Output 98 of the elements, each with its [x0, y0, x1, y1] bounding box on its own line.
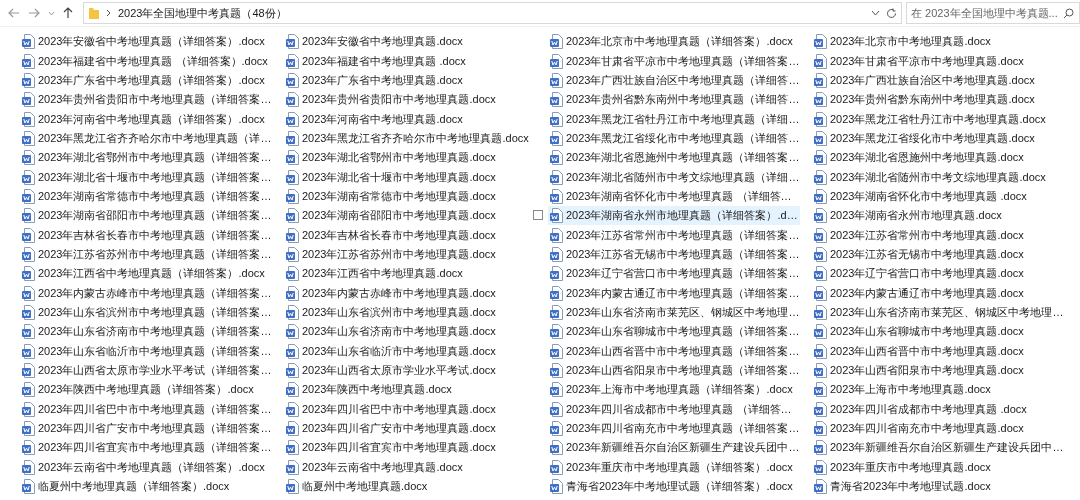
- file-item[interactable]: 2023年江苏省苏州市中考地理真题.docx: [284, 244, 530, 265]
- file-item[interactable]: 2023年湖北省随州市中考文综地理真题（详细…: [548, 167, 802, 187]
- file-item[interactable]: 2023年贵州省黔东南州中考地理真题（详细答…: [548, 90, 802, 110]
- file-item[interactable]: 2023年内蒙古赤峰市中考地理真题.docx: [284, 283, 530, 303]
- file-item[interactable]: 2023年黑龙江省齐齐哈尔市中考地理真题.docx: [284, 128, 531, 149]
- file-item[interactable]: 2023年四川省宜宾市中考地理真题（详细答案…: [20, 438, 274, 458]
- file-item[interactable]: 2023年吉林省长春市中考地理真题（详细答案…: [20, 225, 274, 245]
- file-item[interactable]: 2023年湖南省常德市中考地理真题.docx: [284, 186, 530, 207]
- folder-path: 2023年全国地理中考真题（48份）: [118, 5, 288, 21]
- file-item[interactable]: 2023年云南省中考地理真题.docx: [284, 457, 530, 477]
- file-item[interactable]: 2023年北京市中考地理真题（详细答案）.docx: [548, 32, 795, 52]
- file-item[interactable]: 2023年广东省中考地理真题（详细答案）.docx: [20, 70, 267, 91]
- file-item[interactable]: 2023年江西省中考地理真题（详细答案）.docx: [20, 264, 267, 284]
- file-item[interactable]: 2023年黑龙江省绥化市中考地理真题（详细答…: [548, 128, 802, 149]
- file-item[interactable]: 2023年广西壮族自治区中考地理真题.docx: [812, 70, 1058, 91]
- file-item[interactable]: 2023年辽宁省营口市中考地理真题（详细答案…: [548, 264, 802, 284]
- file-item[interactable]: 2023年湖北省随州市中考文综地理真题.docx: [812, 167, 1058, 187]
- file-item[interactable]: 临夏州中考地理真题.docx: [284, 476, 530, 497]
- file-item[interactable]: 2023年上海市中考地理真题.docx: [812, 380, 1058, 400]
- file-item[interactable]: 2023年贵州省贵阳市中考地理真题.docx: [284, 90, 530, 110]
- file-item[interactable]: 2023年湖北省十堰市中考地理真题.docx: [284, 167, 530, 187]
- file-item[interactable]: 2023年四川省成都市中考地理真题 （详细答…: [548, 399, 794, 419]
- file-item[interactable]: 2023年江苏省常州市中考地理真题（详细答案…: [548, 225, 802, 245]
- file-item[interactable]: 2023年四川省宜宾市中考地理真题.docx: [284, 438, 530, 458]
- file-item[interactable]: 2023年山东省济南市莱芜区、钢城区中考地理…: [548, 302, 802, 323]
- file-item[interactable]: 2023年黑龙江省牡丹江市中考地理真题.docx: [812, 109, 1058, 129]
- file-item[interactable]: 2023年山东省聊城市中考地理真题.docx: [812, 322, 1058, 342]
- file-item[interactable]: 2023年内蒙古通辽市中考地理真题.docx: [812, 283, 1058, 303]
- file-item[interactable]: 2023年江西省中考地理真题.docx: [284, 264, 530, 284]
- file-item[interactable]: 2023年四川省成都市中考地理真题 .docx: [812, 399, 1058, 419]
- file-item[interactable]: 2023年湖南省怀化市中考地理真题 .docx: [812, 186, 1058, 207]
- file-item[interactable]: 2023年江苏省无锡市中考地理真题.docx: [812, 244, 1058, 265]
- file-item[interactable]: 青海省2023年中考地理试题.docx: [812, 476, 1058, 497]
- file-item[interactable]: 2023年陕西中考地理真题（详细答案）.docx: [20, 380, 266, 400]
- file-item[interactable]: 2023年湖南省怀化市中考地理真题 （详细答…: [548, 186, 794, 207]
- file-item[interactable]: 2023年上海市中考地理真题（详细答案）.docx: [548, 380, 795, 400]
- search-field[interactable]: 在 2023年全国地理中考真题...: [906, 2, 1080, 24]
- file-item[interactable]: 2023年新疆维吾尔自治区新疆生产建设兵团中…: [812, 438, 1066, 458]
- file-item[interactable]: 2023年安徽省中考地理真题（详细答案）.docx: [20, 32, 267, 52]
- file-item[interactable]: 2023年山西省晋中市中考地理真题（详细答案…: [548, 341, 802, 361]
- file-item[interactable]: 临夏州中考地理真题（详细答案）.docx: [20, 476, 266, 497]
- file-item[interactable]: 2023年甘肃省平凉市中考地理真题（详细答案…: [548, 51, 802, 71]
- file-item[interactable]: 2023年湖北省恩施州中考地理真题.docx: [812, 148, 1058, 168]
- file-item[interactable]: 2023年山西省阳泉市中考地理真题（详细答案…: [548, 360, 802, 381]
- file-item[interactable]: 2023年山西省阳泉市中考地理真题.docx: [812, 360, 1058, 381]
- file-item[interactable]: 2023年山东省滨州市中考地理真题.docx: [284, 302, 530, 323]
- file-item[interactable]: 青海省2023年中考地理试题（详细答案）.docx: [548, 476, 795, 497]
- file-item[interactable]: 2023年重庆市中考地理真题（详细答案）.docx: [548, 457, 795, 477]
- file-item[interactable]: 2023年内蒙古赤峰市中考地理真题（详细答案…: [20, 283, 274, 303]
- file-item[interactable]: 2023年山西省太原市学业水平考试.docx: [284, 360, 530, 381]
- file-item[interactable]: 2023年吉林省长春市中考地理真题.docx: [284, 225, 530, 245]
- file-item[interactable]: 2023年黑龙江省齐齐哈尔市中考地理真题（详…: [20, 128, 274, 149]
- file-item[interactable]: 2023年山西省太原市学业水平考试（详细答案…: [20, 360, 274, 381]
- file-item[interactable]: 2023年广西壮族自治区中考地理真题（详细答…: [548, 70, 802, 91]
- file-item[interactable]: 2023年湖南省邵阳市中考地理真题.docx: [284, 206, 530, 226]
- file-item[interactable]: 2023年安徽省中考地理真题.docx: [284, 32, 530, 52]
- file-item[interactable]: 2023年山东省济南市莱芜区、钢城区中考地理…: [812, 302, 1066, 323]
- file-item[interactable]: 2023年黑龙江省牡丹江市中考地理真题（详细…: [548, 109, 802, 129]
- file-item[interactable]: 2023年内蒙古通辽市中考地理真题（详细答案…: [548, 283, 802, 303]
- file-item[interactable]: 2023年山东省聊城市中考地理真题（详细答案…: [548, 322, 802, 342]
- file-item[interactable]: 2023年陕西中考地理真题.docx: [284, 380, 530, 400]
- file-item[interactable]: 2023年山东省滨州市中考地理真题（详细答案…: [20, 302, 274, 323]
- file-item[interactable]: 2023年四川省巴中市中考地理真题（详细答案…: [20, 399, 274, 419]
- file-item[interactable]: 2023年黑龙江省绥化市中考地理真题.docx: [812, 128, 1058, 149]
- file-item[interactable]: 2023年四川省南充市中考地理真题（详细答案…: [548, 418, 802, 439]
- file-item[interactable]: 2023年湖北省恩施州中考地理真题（详细答案…: [548, 148, 802, 168]
- file-item[interactable]: 2023年新疆维吾尔自治区新疆生产建设兵团中…: [548, 438, 802, 458]
- file-item[interactable]: 2023年辽宁省营口市中考地理真题.docx: [812, 264, 1058, 284]
- file-item[interactable]: 2023年湖北省十堰市中考地理真题（详细答案…: [20, 167, 274, 187]
- file-item[interactable]: 2023年广东省中考地理真题.docx: [284, 70, 530, 91]
- file-item[interactable]: 2023年四川省广安市中考地理真题.docx: [284, 418, 530, 439]
- file-item[interactable]: 2023年山东省济南市中考地理真题（详细答案…: [20, 322, 274, 342]
- file-item[interactable]: 2023年甘肃省平凉市中考地理真题.docx: [812, 51, 1058, 71]
- file-item[interactable]: 2023年湖北省鄂州市中考地理真题.docx: [284, 148, 530, 168]
- file-item[interactable]: 2023年湖北省鄂州市中考地理真题（详细答案…: [20, 148, 274, 168]
- file-item[interactable]: 2023年山东省临沂市中考地理真题.docx: [284, 341, 530, 361]
- file-item[interactable]: 2023年云南省中考地理真题（详细答案）.docx: [20, 457, 267, 477]
- file-item[interactable]: 2023年江苏省常州市中考地理真题.docx: [812, 225, 1058, 245]
- file-item[interactable]: 2023年河南省中考地理真题（详细答案）.docx: [20, 109, 267, 129]
- file-item[interactable]: 2023年重庆市中考地理真题.docx: [812, 457, 1058, 477]
- file-item[interactable]: 2023年江苏省无锡市中考地理真题（详细答案…: [548, 244, 802, 265]
- file-item[interactable]: 2023年湖南省常德市中考地理真题（详细答案…: [20, 186, 274, 207]
- file-item[interactable]: 2023年贵州省贵阳市中考地理真题（详细答案…: [20, 90, 274, 110]
- address-bar[interactable]: 2023年全国地理中考真题（48份）: [83, 2, 902, 24]
- file-item[interactable]: 2023年河南省中考地理真题.docx: [284, 109, 530, 129]
- file-item[interactable]: 2023年湖南省永州市地理真题.docx: [812, 206, 1058, 226]
- file-item[interactable]: 2023年福建省中考地理真题 .docx: [284, 51, 530, 71]
- file-item[interactable]: 2023年江苏省苏州市中考地理真题（详细答案…: [20, 244, 274, 265]
- file-item[interactable]: 2023年山东省临沂市中考地理真题（详细答案…: [20, 341, 274, 361]
- file-item[interactable]: 2023年湖南省邵阳市中考地理真题（详细答案…: [20, 206, 274, 226]
- file-item[interactable]: 2023年山东省济南市中考地理真题.docx: [284, 322, 530, 342]
- file-item[interactable]: 2023年四川省南充市中考地理真题.docx: [812, 418, 1058, 439]
- file-item[interactable]: 2023年福建省中考地理真题 （详细答案）.docx: [20, 51, 270, 71]
- file-item[interactable]: 2023年四川省广安市中考地理真题（详细答案…: [20, 418, 274, 439]
- file-item[interactable]: 2023年山西省晋中市中考地理真题.docx: [812, 341, 1058, 361]
- file-item[interactable]: 2023年四川省巴中市中考地理真题.docx: [284, 399, 530, 419]
- file-item[interactable]: 2023年贵州省黔东南州中考地理真题.docx: [812, 90, 1058, 110]
- file-item[interactable]: 2023年北京市中考地理真题.docx: [812, 32, 1058, 52]
